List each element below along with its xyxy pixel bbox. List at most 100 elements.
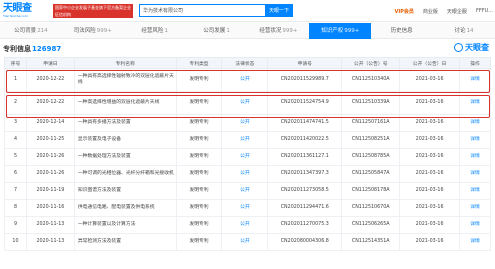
details-link[interactable]: 详情 — [459, 182, 491, 200]
legal-status[interactable]: 公开 — [221, 131, 269, 149]
tab-legal-risk[interactable]: 司法风险999+ — [62, 23, 124, 39]
table-row: 1 2020-12-22 一种具有高选择性辐射致冷的双层化遮蔽片天线 发明专利 公开 CN… — [4, 68, 491, 92]
row-index: 6 — [4, 165, 27, 183]
column-header: 法律状态 — [221, 57, 269, 69]
ad-banner[interactable]: 国家中小企业发展子基金旗下官方备案企业征信机构 — [53, 3, 133, 18]
logo[interactable]: 天眼查 TianYanCha.com — [3, 3, 49, 18]
patent-type: 发明专利 — [175, 91, 223, 115]
legal-status[interactable]: 公开 — [221, 148, 269, 166]
patent-type: 发明专利 — [175, 148, 223, 166]
legal-status[interactable]: 公开 — [221, 233, 269, 251]
row-index: 5 — [4, 148, 27, 166]
patent-title[interactable]: 异常检测方法及装置 — [73, 233, 177, 251]
patent-title[interactable]: 供电通信电路、配电装置及供电系统 — [73, 199, 177, 217]
apply-number: CN202011420022.5 — [267, 131, 343, 149]
patent-type: 发明专利 — [175, 182, 223, 200]
tab-history[interactable]: 历史信息 — [371, 23, 433, 39]
apply-date: 2020-11-19 — [25, 182, 75, 200]
legal-status[interactable]: 公开 — [221, 199, 269, 217]
row-index: 3 — [4, 114, 27, 132]
details-link[interactable]: 详情 — [459, 114, 491, 132]
publication-number: CN112514351A — [341, 233, 401, 251]
apply-date: 2020-11-26 — [25, 148, 75, 166]
patent-title[interactable]: 一种具有高选择性辐射致冷的双层化遮蔽片天线 — [73, 68, 177, 92]
patent-title[interactable]: 显示装置及电子设备 — [73, 131, 177, 149]
row-index: 7 — [4, 182, 27, 200]
vip-link[interactable]: VIP会员 — [395, 8, 414, 15]
publication-date: 2021-03-16 — [399, 114, 461, 132]
app-link[interactable]: 商业版 — [423, 8, 438, 15]
column-header: 专利类型 — [175, 57, 223, 69]
publication-date: 2021-03-16 — [399, 148, 461, 166]
publication-date: 2021-03-16 — [399, 165, 461, 183]
table-row: 3 2020-12-14 一种具有多播方法及装置 发明专利 公开 CN2020114747… — [4, 114, 491, 132]
logo-subtext: TianYanCha.com — [3, 13, 28, 18]
details-link[interactable]: 详情 — [459, 216, 491, 234]
details-link[interactable]: 详情 — [459, 68, 491, 92]
patent-title[interactable]: 一种可调的光相位器、光纤分纤箱和光接收机 — [73, 165, 177, 183]
patent-type: 发明专利 — [175, 233, 223, 251]
publication-number: CN112510339A — [341, 91, 401, 115]
tab-operation-risk[interactable]: 经营风险1 — [124, 23, 186, 39]
details-link[interactable]: 详情 — [459, 148, 491, 166]
publication-number: CN112505847A — [341, 165, 401, 183]
publication-date: 2021-03-16 — [399, 68, 461, 92]
apply-date: 2020-11-26 — [25, 165, 75, 183]
patent-title[interactable]: 知识图谱方法及装置 — [73, 182, 177, 200]
publication-number: CN112507161A — [341, 114, 401, 132]
apply-date: 2020-12-22 — [25, 91, 75, 115]
patent-title[interactable]: 一种具有多播方法及装置 — [73, 114, 177, 132]
patent-table: 序号 申请日 专利名称 专利类型 法律状态 申请号 公开（公告）号 公开（公告）… — [4, 57, 491, 251]
legal-status[interactable]: 公开 — [221, 165, 269, 183]
patent-title[interactable]: 一种数据处理方法及装置 — [73, 148, 177, 166]
patent-type: 发明专利 — [175, 199, 223, 217]
search-input[interactable]: 华为技术有限公司 — [139, 4, 265, 17]
publication-number: CN112510340A — [341, 68, 401, 92]
patent-title[interactable]: 一种计算装置以及计算方法 — [73, 216, 177, 234]
details-link[interactable]: 详情 — [459, 233, 491, 251]
row-index: 8 — [4, 199, 27, 217]
legal-status[interactable]: 公开 — [221, 216, 269, 234]
legal-status[interactable]: 公开 — [221, 68, 269, 92]
table-header-row: 序号 申请日 专利名称 专利类型 法律状态 申请号 公开（公告）号 公开（公告）… — [4, 57, 491, 69]
tab-company-development[interactable]: 公司发展1 — [186, 23, 248, 39]
tab-operation-status[interactable]: 经营状况999+ — [248, 23, 310, 39]
top-nav: VIP会员 商业版 天眼企服 FFFU... — [395, 0, 494, 22]
details-link[interactable]: 详情 — [459, 165, 491, 183]
patent-type: 发明专利 — [175, 216, 223, 234]
table-row: 5 2020-11-26 一种数据处理方法及装置 发明专利 公开 CN2020113611… — [4, 148, 491, 166]
legal-status[interactable]: 公开 — [221, 91, 269, 115]
column-header: 申请日 — [25, 57, 75, 69]
search-button[interactable]: 天眼一下 — [265, 4, 293, 17]
row-index: 4 — [4, 131, 27, 149]
publication-number: CN112508251A — [341, 131, 401, 149]
column-header: 专利名称 — [73, 57, 177, 69]
apply-number: CN202011270075.3 — [267, 216, 343, 234]
apply-number: CN202011294471.6 — [267, 199, 343, 217]
table-row: 2 2020-12-22 一种高选择性增益的双层化遮蔽片天线 发明专利 公开 CN2020… — [4, 91, 491, 115]
apply-number: CN202011474741.5 — [267, 114, 343, 132]
apply-number: CN202011524754.9 — [267, 91, 343, 115]
publication-date: 2021-03-16 — [399, 91, 461, 115]
publication-number: CN112510670A — [341, 199, 401, 217]
details-link[interactable]: 详情 — [459, 91, 491, 115]
tab-discussion[interactable]: 讨论14 — [433, 23, 495, 39]
top-bar: 天眼查 TianYanCha.com 国家中小企业发展子基金旗下官方备案企业征信… — [0, 0, 495, 22]
patent-title[interactable]: 一种高选择性增益的双层化遮蔽片天线 — [73, 91, 177, 115]
user-menu[interactable]: FFFU... — [476, 8, 493, 14]
apply-date: 2020-11-16 — [25, 199, 75, 217]
apply-number: CN202011529989.7 — [267, 68, 343, 92]
table-row: 6 2020-11-26 一种可调的光相位器、光纤分纤箱和光接收机 发明专利 公开 CN2… — [4, 165, 491, 183]
column-header: 序号 — [4, 57, 27, 69]
details-link[interactable]: 详情 — [459, 131, 491, 149]
publication-date: 2021-03-16 — [399, 199, 461, 217]
details-link[interactable]: 详情 — [459, 199, 491, 217]
apply-number: CN202011347397.3 — [267, 165, 343, 183]
legal-status[interactable]: 公开 — [221, 114, 269, 132]
legal-status[interactable]: 公开 — [221, 182, 269, 200]
tab-intellectual-property[interactable]: 知识产权999+ — [309, 22, 372, 39]
tab-company-background[interactable]: 公司背景214 — [0, 23, 62, 39]
enterprise-link[interactable]: 天眼企服 — [447, 8, 467, 15]
row-index: 1 — [4, 68, 27, 92]
column-header: 操作 — [459, 57, 491, 69]
